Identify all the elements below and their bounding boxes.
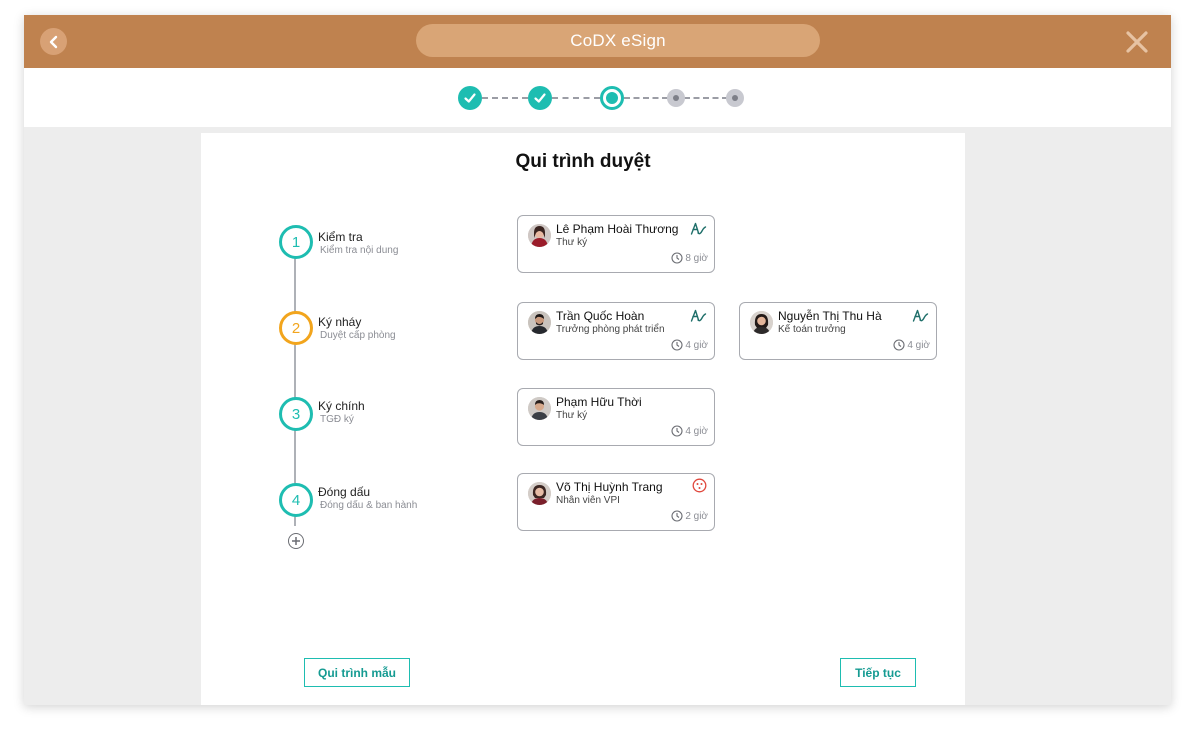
approver-role: Trưởng phòng phát triển <box>556 324 665 335</box>
duration: 4 giờ <box>671 425 708 437</box>
chevron-left-icon <box>49 35 57 48</box>
approver-name: Lê Phạm Hoài Thương <box>556 222 679 236</box>
step-connector <box>684 97 728 99</box>
app-header: CoDX eSign <box>24 15 1171 68</box>
pending-step-dot <box>673 95 679 101</box>
add-stage-button[interactable] <box>288 533 304 549</box>
signature-icon <box>690 222 707 235</box>
duration: 8 giờ <box>671 252 708 264</box>
approver-role: Kế toán trưởng <box>778 324 846 335</box>
stage-2-title: Ký nháy <box>318 315 362 329</box>
avatar <box>528 482 551 505</box>
stage-1-number[interactable]: 1 <box>279 225 313 259</box>
step-2-complete[interactable] <box>528 86 552 110</box>
duration-label: 8 giờ <box>685 252 708 264</box>
stage-1-title: Kiểm tra <box>318 230 363 244</box>
duration-label: 4 giờ <box>907 339 930 351</box>
step-connector <box>624 97 668 99</box>
stage-4-number[interactable]: 4 <box>279 483 313 517</box>
avatar <box>750 311 773 334</box>
current-step-dot <box>606 92 618 104</box>
approver-card[interactable]: Phạm Hữu Thời Thư ký 4 giờ <box>517 388 715 446</box>
approver-card[interactable]: Võ Thị Huỳnh Trang Nhân viên VPI 2 giờ <box>517 473 715 531</box>
progress-stepper <box>24 68 1171 127</box>
back-button[interactable] <box>40 28 67 55</box>
check-icon <box>464 93 476 103</box>
workflow-panel: Qui trình duyệt 1 Kiểm tra Kiểm tra nội … <box>201 133 965 705</box>
step-3-current[interactable] <box>600 86 624 110</box>
approver-name: Võ Thị Huỳnh Trang <box>556 480 663 494</box>
duration: 4 giờ <box>893 339 930 351</box>
duration-label: 2 giờ <box>685 510 708 522</box>
approver-name: Phạm Hữu Thời <box>556 395 642 409</box>
stage-2-subtitle: Duyệt cấp phòng <box>320 330 396 341</box>
close-icon <box>1126 31 1148 53</box>
stage-4-subtitle: Đóng dấu & ban hành <box>320 500 418 511</box>
clock-icon <box>671 252 683 264</box>
step-connector <box>552 97 600 99</box>
approver-role: Nhân viên VPI <box>556 495 620 506</box>
duration-label: 4 giờ <box>685 425 708 437</box>
stage-4-title: Đóng dấu <box>318 485 371 499</box>
approver-card[interactable]: Trần Quốc Hoàn Trưởng phòng phát triển 4… <box>517 302 715 360</box>
page-title: Qui trình duyệt <box>515 151 651 172</box>
avatar <box>528 397 551 420</box>
clock-icon <box>893 339 905 351</box>
approver-role: Thư ký <box>556 237 588 248</box>
approver-name: Trần Quốc Hoàn <box>556 309 645 323</box>
avatar <box>528 311 551 334</box>
approver-card[interactable]: Lê Phạm Hoài Thương Thư ký 8 giờ <box>517 215 715 273</box>
avatar <box>528 224 551 247</box>
approver-name: Nguyễn Thị Thu Hà <box>778 309 882 323</box>
clock-icon <box>671 339 683 351</box>
stage-2-number[interactable]: 2 <box>279 311 313 345</box>
clock-icon <box>671 510 683 522</box>
duration-label: 4 giờ <box>685 339 708 351</box>
continue-button[interactable]: Tiếp tục <box>840 658 916 687</box>
step-5-pending[interactable] <box>726 89 744 107</box>
approver-card[interactable]: Nguyễn Thị Thu Hà Kế toán trưởng 4 giờ <box>739 302 937 360</box>
stage-3-number[interactable]: 3 <box>279 397 313 431</box>
app-title: CoDX eSign <box>416 24 820 57</box>
close-button[interactable] <box>1124 29 1150 55</box>
approver-role: Thư ký <box>556 410 588 421</box>
template-workflow-button[interactable]: Qui trình mẫu <box>304 658 410 687</box>
stage-3-subtitle: TGĐ ký <box>320 414 354 425</box>
duration: 4 giờ <box>671 339 708 351</box>
signature-icon <box>912 309 929 322</box>
step-4-pending[interactable] <box>667 89 685 107</box>
clock-icon <box>671 425 683 437</box>
duration: 2 giờ <box>671 510 708 522</box>
step-connector <box>482 97 528 99</box>
pending-step-dot <box>732 95 738 101</box>
esign-window: CoDX eSign Qui trình duyệt 1 Kiểm tra Ki… <box>24 15 1171 705</box>
step-1-complete[interactable] <box>458 86 482 110</box>
signature-icon <box>690 309 707 322</box>
stage-3-title: Ký chính <box>318 399 365 413</box>
check-icon <box>534 93 546 103</box>
stamp-icon <box>692 478 707 493</box>
stage-1-subtitle: Kiểm tra nội dung <box>320 245 399 256</box>
plus-icon <box>292 537 300 545</box>
